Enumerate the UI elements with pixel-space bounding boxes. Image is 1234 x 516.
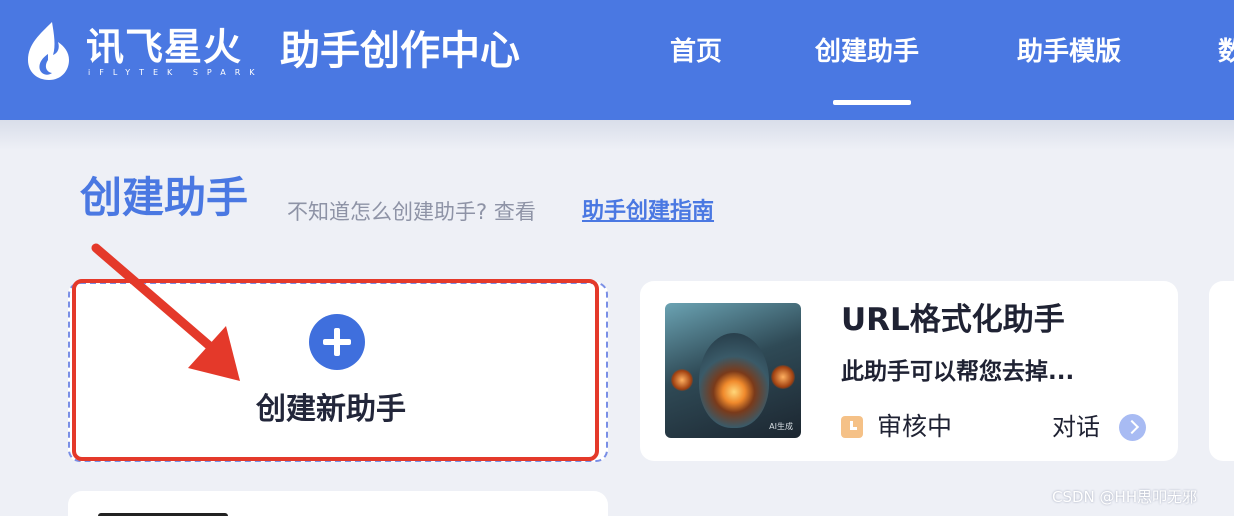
chevron-right-icon[interactable] [1119, 414, 1146, 441]
ai-generated-badge: AI生成 [769, 422, 793, 431]
chat-button-label[interactable]: 对话 [1052, 410, 1100, 444]
top-header: 讯飞星火 iFLYTEK SPARK 助手创作中心 首页 创建助手 助手模版 数 [0, 0, 1234, 120]
site-title: 助手创作中心 [280, 28, 520, 74]
spark-flame-icon[interactable] [22, 20, 74, 82]
nav-home[interactable]: 首页 [670, 34, 722, 70]
nav-data[interactable]: 数 [1218, 34, 1234, 70]
assistant-thumbnail[interactable]: AI生成 [665, 303, 801, 438]
header-shadow [0, 120, 1234, 150]
next-assistant-card[interactable] [1209, 281, 1234, 461]
nav-assistant-templates[interactable]: 助手模版 [1017, 34, 1121, 70]
thumb-orb [699, 333, 769, 428]
logo-subtext: iFLYTEK SPARK [88, 68, 264, 77]
thumb-light [771, 365, 795, 389]
status-badge: 审核中 [877, 412, 953, 441]
assistant-title[interactable]: URL格式化助手 [841, 300, 1065, 340]
page-title: 创建助手 [80, 173, 249, 222]
guide-link[interactable]: 助手创建指南 [582, 198, 714, 226]
assistant-description: 此助手可以帮您去掉... [841, 359, 1075, 385]
annotation-arrow-icon [91, 243, 240, 381]
watermark: CSDN @HH思叩无邪 [1052, 488, 1198, 506]
thumb-light [671, 369, 693, 391]
nav-active-indicator [833, 100, 911, 105]
logo-text[interactable]: 讯飞星火 [86, 24, 242, 70]
nav-create-assistant[interactable]: 创建助手 [815, 34, 919, 70]
clock-icon [841, 416, 863, 438]
hint-text: 不知道怎么创建助手? 查看 [287, 200, 536, 224]
